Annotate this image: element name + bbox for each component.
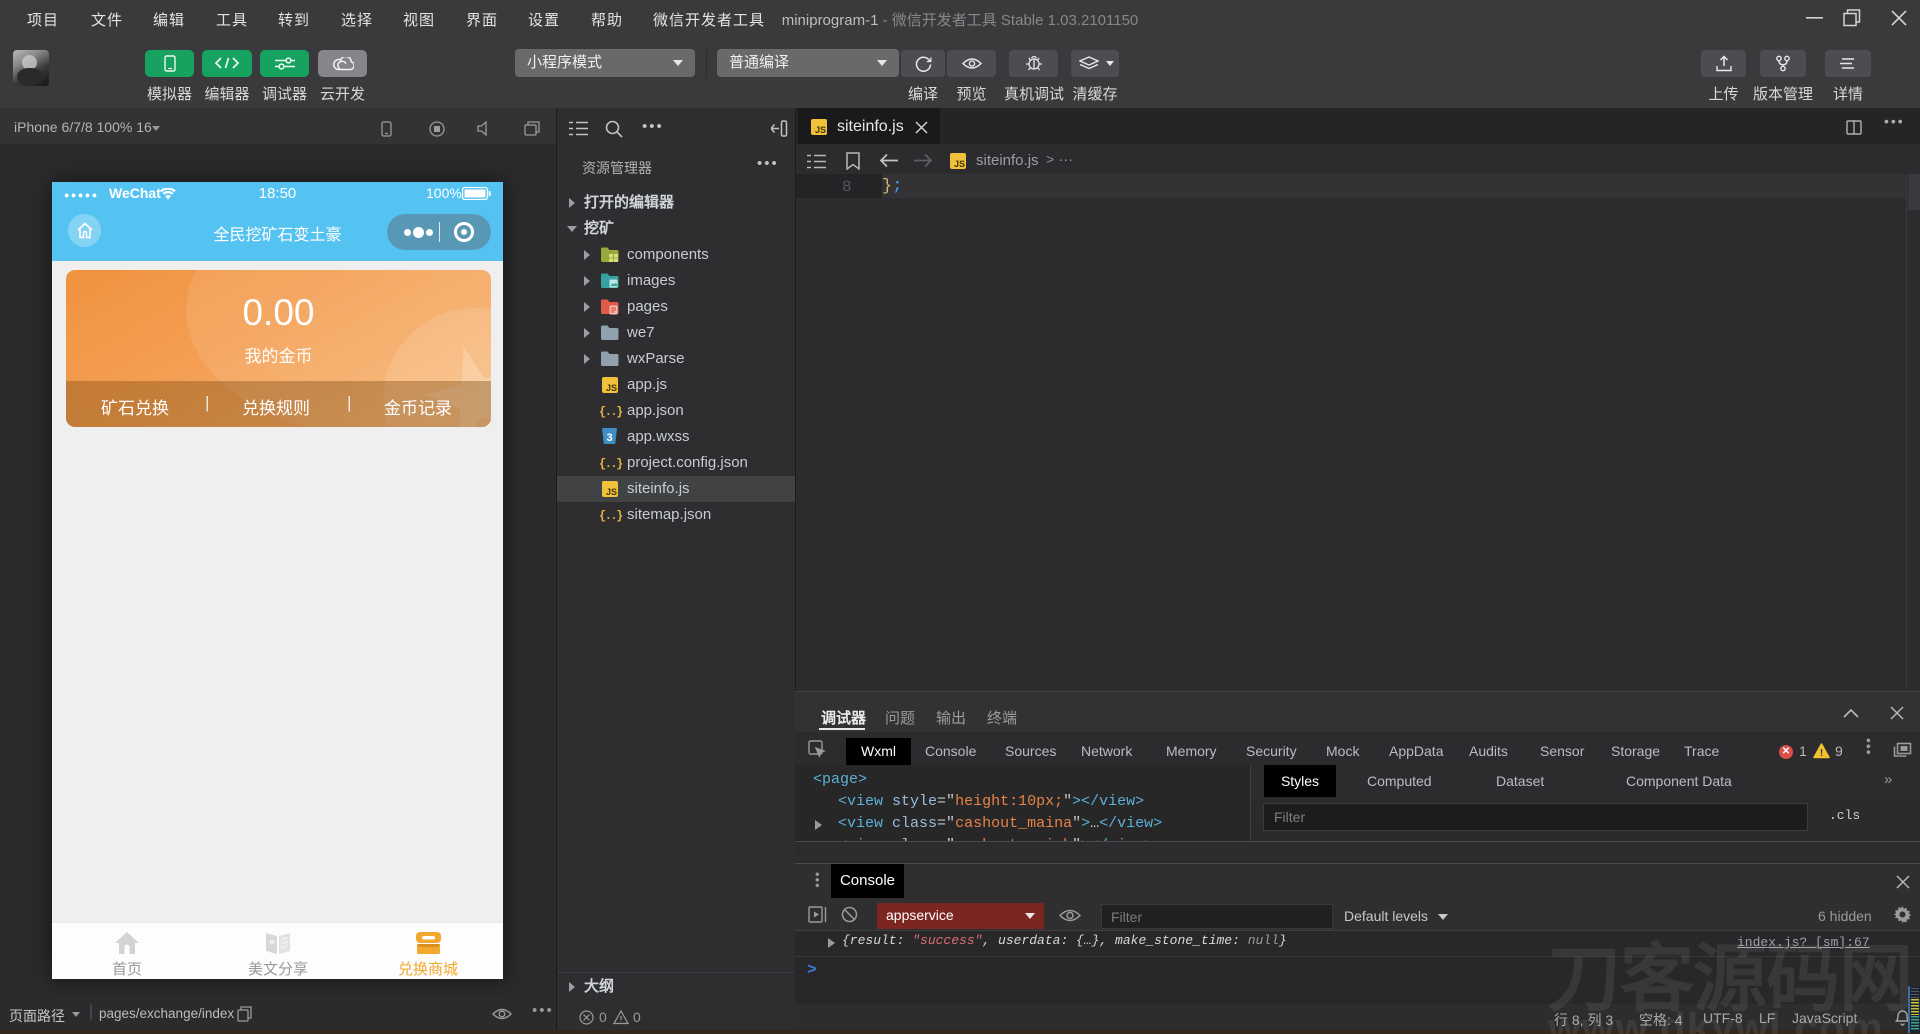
svg-text:!: ! <box>1820 748 1823 759</box>
svg-text:3: 3 <box>606 432 612 444</box>
